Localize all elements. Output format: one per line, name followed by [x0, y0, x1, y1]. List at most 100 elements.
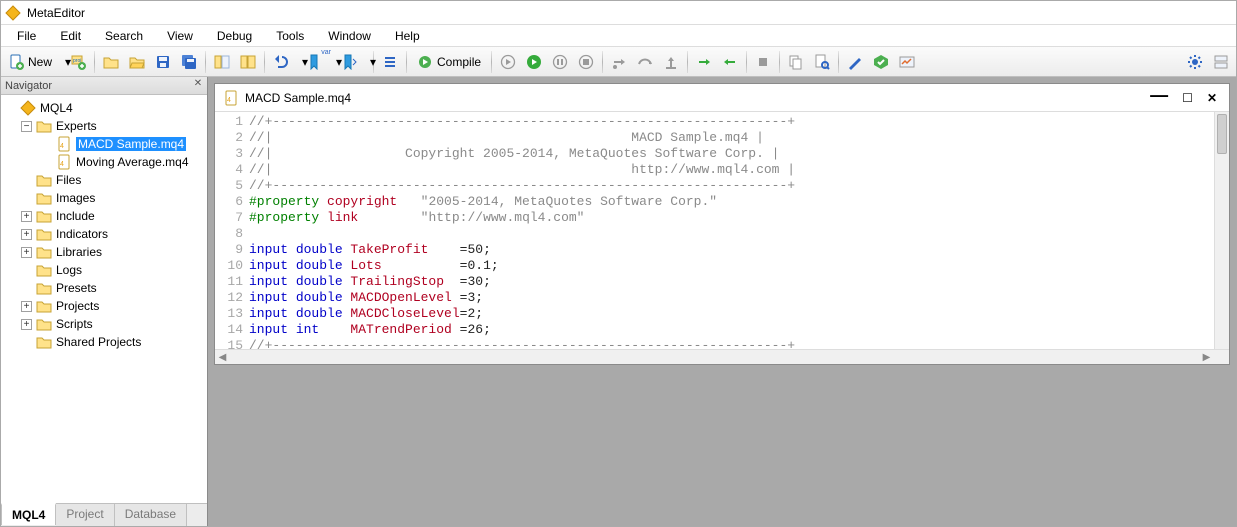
tree-item-libraries[interactable]: + Libraries — [3, 243, 205, 261]
navigator-tree[interactable]: MQL4− Experts 4 MACD Sample.mq4 4 Moving Aver… — [1, 95, 207, 504]
navigator-tabs: MQL4ProjectDatabase — [1, 504, 207, 526]
tree-item-label: Moving Average.mq4 — [76, 155, 189, 169]
tree-item-label: Presets — [56, 281, 97, 295]
tree-item-presets[interactable]: Presets — [3, 279, 205, 297]
nav-tab-project[interactable]: Project — [56, 504, 114, 526]
folder-icon — [36, 280, 52, 296]
menu-help[interactable]: Help — [383, 27, 432, 45]
debug-pause-button[interactable] — [547, 50, 573, 74]
menu-view[interactable]: View — [155, 27, 205, 45]
document-window: 4 MACD Sample.mq4 — ☐ ✕ 1234567891011121… — [214, 83, 1230, 365]
scroll-left-icon[interactable]: ◀ — [215, 350, 230, 365]
tree-item-include[interactable]: +Include — [3, 207, 205, 225]
new-button-label: New — [28, 55, 52, 69]
tree-expander-icon[interactable]: + — [21, 229, 32, 240]
tree-item-label: Scripts — [56, 317, 93, 331]
tree-item-logs[interactable]: Logs — [3, 261, 205, 279]
scroll-right-icon[interactable]: ▶ — [1199, 350, 1214, 365]
tree-item-experts[interactable]: − Experts — [3, 117, 205, 135]
mq4-file-icon: 4 — [223, 90, 239, 106]
verify-button[interactable] — [868, 50, 894, 74]
menu-file[interactable]: File — [5, 27, 48, 45]
code-editor[interactable]: //+-------------------------------------… — [249, 112, 1214, 349]
open2-button[interactable] — [124, 50, 150, 74]
scroll-thumb[interactable] — [1217, 114, 1227, 154]
svg-text:4: 4 — [60, 143, 64, 150]
tree-item-scripts[interactable]: + Scripts — [3, 315, 205, 333]
step-out-button[interactable] — [658, 50, 684, 74]
tree-expander-icon[interactable]: + — [21, 247, 32, 258]
tree-expander-icon[interactable]: + — [21, 319, 32, 330]
navigator-close-button[interactable]: ✕ — [191, 78, 205, 89]
debug-start-gray-button[interactable] — [495, 50, 521, 74]
tree-item-images[interactable]: Images — [3, 189, 205, 207]
maximize-button[interactable]: ☐ — [1182, 91, 1193, 105]
tree-item-files[interactable]: Files — [3, 171, 205, 189]
tree-item-label: Libraries — [56, 245, 102, 259]
vertical-scrollbar[interactable] — [1214, 112, 1229, 349]
open-button[interactable] — [98, 50, 124, 74]
folder-icon — [36, 262, 52, 278]
tree-item-label: MQL4 — [40, 101, 73, 115]
step-into-button[interactable] — [606, 50, 632, 74]
bookmark-prev-button[interactable]: ▾ — [336, 50, 370, 74]
save-button[interactable] — [150, 50, 176, 74]
tree-expander-icon[interactable]: + — [21, 301, 32, 312]
tree-root[interactable]: MQL4 — [3, 99, 205, 117]
nav-tab-database[interactable]: Database — [115, 504, 187, 526]
close-button[interactable]: ✕ — [1207, 91, 1217, 105]
step-over-button[interactable] — [632, 50, 658, 74]
breakpoint-toggle-button[interactable] — [750, 50, 776, 74]
folder-icon — [36, 298, 52, 314]
menu-window[interactable]: Window — [316, 27, 383, 45]
tree-item-label: MACD Sample.mq4 — [76, 137, 186, 151]
navigator-panel: Navigator ✕ MQL4−Experts4MACD Sample.mq4… — [1, 77, 208, 526]
menu-debug[interactable]: Debug — [205, 27, 264, 45]
step-in-green-button[interactable] — [691, 50, 717, 74]
tree-item-macd-sample-mq4[interactable]: 4 MACD Sample.mq4 — [3, 135, 205, 153]
tree-expander-icon[interactable]: + — [21, 211, 32, 222]
nav-panel-button[interactable] — [209, 50, 235, 74]
bookmark-toggle-button[interactable]: var ▾ — [302, 50, 336, 74]
styler-button[interactable] — [842, 50, 868, 74]
list-button[interactable] — [377, 50, 403, 74]
svg-text:4: 4 — [60, 161, 64, 168]
menu-edit[interactable]: Edit — [48, 27, 93, 45]
compile-button-label: Compile — [437, 55, 481, 69]
minimize-button[interactable]: — — [1150, 91, 1168, 105]
dropdown-icon[interactable]: ▾ — [369, 50, 377, 74]
tree-expander-icon[interactable]: − — [21, 121, 32, 132]
settings-button[interactable] — [1182, 50, 1208, 74]
tree-item-label: Projects — [56, 299, 99, 313]
tree-item-label: Logs — [56, 263, 82, 277]
debug-start-button[interactable] — [521, 50, 547, 74]
folder-icon — [36, 118, 52, 134]
step-out-green-button[interactable] — [717, 50, 743, 74]
tree-item-shared-projects[interactable]: Shared Projects — [3, 333, 205, 351]
new-button[interactable]: New ▾ — [3, 50, 65, 74]
compile-button[interactable]: Compile — [410, 50, 488, 74]
nav-tab-mql4[interactable]: MQL4 — [1, 503, 56, 525]
chart-button[interactable] — [894, 50, 920, 74]
open-project-button[interactable]: proj — [65, 50, 91, 74]
horizontal-scrollbar[interactable]: ◀ ▶ — [215, 349, 1229, 364]
tree-item-label: Shared Projects — [56, 335, 141, 349]
folder-icon: 4 — [56, 154, 72, 170]
tree-item-moving-average-mq4[interactable]: 4 Moving Average.mq4 — [3, 153, 205, 171]
dual-panel-button[interactable] — [235, 50, 261, 74]
tree-item-projects[interactable]: + Projects — [3, 297, 205, 315]
debug-stop-button[interactable] — [573, 50, 599, 74]
save-all-button[interactable] — [176, 50, 202, 74]
menu-bar: FileEditSearchViewDebugToolsWindowHelp — [1, 25, 1236, 47]
copy-button[interactable] — [783, 50, 809, 74]
undo-button[interactable]: ▾ — [268, 50, 302, 74]
window-arrange-button[interactable] — [1208, 50, 1234, 74]
menu-search[interactable]: Search — [93, 27, 155, 45]
folder-icon — [36, 190, 52, 206]
tree-item-label: Experts — [56, 119, 97, 133]
folder-icon — [36, 172, 52, 188]
document-title: MACD Sample.mq4 — [245, 91, 1150, 105]
search-doc-button[interactable] — [809, 50, 835, 74]
tree-item-indicators[interactable]: +Indicators — [3, 225, 205, 243]
menu-tools[interactable]: Tools — [264, 27, 316, 45]
